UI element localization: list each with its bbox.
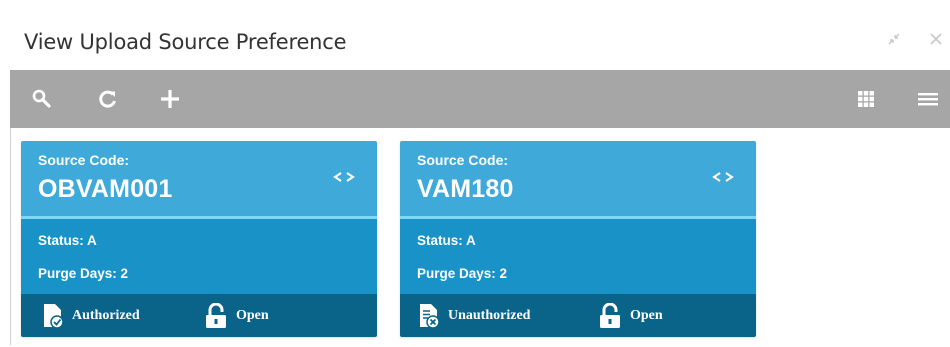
record-status-label: Open [236, 308, 269, 323]
purge-days-text: Purge Days: 2 [417, 266, 508, 281]
sync-icon[interactable] [710, 169, 736, 185]
source-card[interactable]: Source Code: OBVAM001 Status: A Purge Da… [21, 141, 377, 337]
authorization-status: Unauthorized [418, 303, 530, 329]
view-upload-source-preference-window: View Upload Source Preference Source Cod… [0, 0, 950, 347]
title-bar: View Upload Source Preference [0, 0, 950, 70]
toolbar [10, 70, 950, 128]
source-code-value: OBVAM001 [38, 175, 173, 203]
authorization-label: Unauthorized [448, 308, 531, 323]
lock-open-icon [600, 303, 620, 328]
card-body: Status: A Purge Days: 2 [400, 219, 756, 294]
sync-icon[interactable] [331, 169, 357, 185]
card-footer: Authorized Open [21, 294, 377, 337]
source-code-label: Source Code: [38, 152, 130, 168]
lock-open-icon [206, 303, 226, 328]
window-title: View Upload Source Preference [24, 30, 347, 54]
card-header: Source Code: OBVAM001 [21, 141, 377, 217]
close-icon[interactable] [925, 28, 947, 50]
authorized-doc-icon [44, 304, 64, 329]
record-status: Open [204, 303, 269, 329]
content-left-border [10, 128, 11, 345]
source-code-label: Source Code: [417, 152, 509, 168]
authorization-status: Authorized [42, 303, 140, 329]
search-icon[interactable] [26, 83, 58, 115]
unauthorized-doc-icon [420, 304, 440, 329]
source-code-value: VAM180 [417, 175, 514, 203]
grid-view-icon[interactable] [850, 83, 882, 115]
card-footer: Unauthorized Open [400, 294, 756, 337]
card-header: Source Code: VAM180 [400, 141, 756, 217]
authorization-label: Authorized [72, 308, 140, 323]
record-status-label: Open [630, 308, 663, 323]
record-status: Open [598, 303, 663, 329]
card-body: Status: A Purge Days: 2 [21, 219, 377, 294]
list-view-icon[interactable] [912, 83, 944, 115]
status-text: Status: A [417, 233, 476, 248]
purge-days-text: Purge Days: 2 [38, 266, 129, 281]
source-card[interactable]: Source Code: VAM180 Status: A Purge Days… [400, 141, 756, 337]
status-text: Status: A [38, 233, 97, 248]
minimize-icon[interactable] [883, 28, 905, 50]
refresh-icon[interactable] [92, 83, 124, 115]
add-icon[interactable] [154, 83, 186, 115]
